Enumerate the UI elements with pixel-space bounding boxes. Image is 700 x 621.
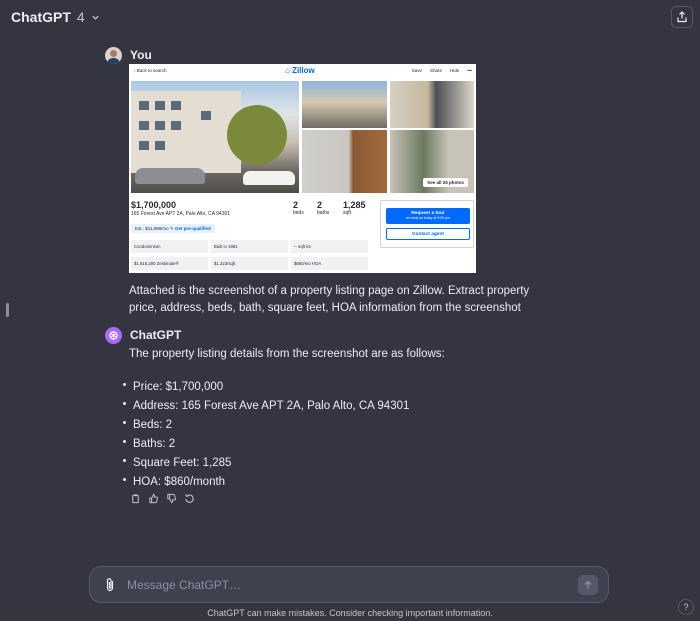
regenerate-icon — [184, 493, 194, 503]
copy-button[interactable] — [129, 492, 141, 504]
zillow-topbar: ‹ Back to search ⌂ Zillow Save Share Hid… — [129, 64, 476, 78]
zillow-fact-zestimate: $1,616,200 Zestimate® — [131, 257, 208, 270]
zillow-see-all-photos: See all 25 photos — [423, 178, 468, 187]
zillow-more: ••• — [467, 68, 472, 73]
user-message: You — [105, 46, 545, 64]
zillow-main-photo — [131, 81, 299, 193]
paperclip-icon — [106, 578, 114, 592]
help-icon: ? — [683, 602, 689, 612]
attached-screenshot[interactable]: ‹ Back to search ⌂ Zillow Save Share Hid… — [129, 64, 476, 273]
thumbs-down-icon — [166, 493, 176, 503]
attach-button[interactable] — [103, 577, 117, 593]
share-button[interactable] — [671, 6, 693, 28]
regenerate-button[interactable] — [183, 492, 195, 504]
zillow-photo-3 — [390, 81, 474, 128]
zillow-fact-type: Condominium — [131, 240, 208, 253]
zillow-actions: Save Share Hide ••• — [412, 68, 472, 73]
list-item-beds: Beds: 2 — [123, 416, 545, 435]
zillow-hide: Hide — [450, 68, 460, 73]
zillow-fact-price-sqft: $1,323/sqft — [211, 257, 288, 270]
zillow-estimate: Est.: $11,999/mo ✎ Get pre-qualified — [131, 224, 215, 233]
sidebar-toggle-handle[interactable] — [6, 303, 9, 317]
share-icon — [677, 11, 687, 23]
zillow-fact-built: Built in 1981 — [211, 240, 288, 253]
zillow-save: Save — [411, 68, 422, 73]
message-composer — [89, 566, 609, 603]
zillow-sqft: 1,285 sqft — [343, 200, 366, 216]
message-actions — [129, 492, 195, 504]
zillow-fact-lot: -- sqft lot — [291, 240, 368, 253]
thumbs-up-icon — [148, 493, 158, 503]
zillow-beds: 2 beds — [293, 200, 304, 216]
assistant-list: Price: $1,700,000 Address: 165 Forest Av… — [123, 378, 545, 492]
send-button[interactable] — [578, 575, 598, 595]
zillow-request-tour: Request a tour as early as today at 5:00… — [386, 208, 470, 224]
copy-icon — [131, 493, 139, 503]
list-item-sqft: Square Feet: 1,285 — [123, 454, 545, 473]
zillow-back-link: ‹ Back to search — [134, 68, 167, 73]
zillow-fact-hoa: $860/mo HOA — [291, 257, 368, 270]
assistant-author: ChatGPT — [130, 328, 182, 342]
zillow-share: Share — [429, 68, 442, 73]
zillow-address: 165 Forest Ave APT 2A, Palo Alto, CA 943… — [131, 211, 231, 217]
user-message-text: Attached is the screenshot of a property… — [105, 283, 545, 317]
user-avatar — [105, 46, 122, 64]
help-button[interactable]: ? — [678, 599, 694, 615]
zillow-logo: ⌂ Zillow — [285, 66, 315, 75]
user-author: You — [130, 48, 152, 62]
top-bar: ChatGPT 4 — [0, 0, 700, 36]
thumbs-up-button[interactable] — [147, 492, 159, 504]
assistant-intro: The property listing details from the sc… — [129, 348, 445, 360]
list-item-hoa: HOA: $860/month — [123, 473, 545, 492]
user-prompt: Attached is the screenshot of a property… — [129, 285, 530, 314]
zillow-photo-2 — [302, 81, 387, 128]
model-switcher[interactable]: ChatGPT 4 — [11, 9, 100, 25]
assistant-message: ChatGPT The property listing details fro… — [105, 326, 545, 492]
list-item-price: Price: $1,700,000 — [123, 378, 545, 397]
zillow-baths: 2 baths — [317, 200, 330, 216]
disclaimer: ChatGPT can make mistakes. Consider chec… — [207, 608, 493, 618]
model-version: 4 — [76, 9, 85, 25]
zillow-price: $1,700,000 — [131, 200, 177, 210]
zillow-contact-agent: Contact agent — [386, 228, 470, 240]
openai-logo-icon — [109, 330, 118, 340]
list-item-address: Address: 165 Forest Ave APT 2A, Palo Alt… — [123, 397, 545, 416]
list-item-baths: Baths: 2 — [123, 435, 545, 454]
zillow-photo-5: See all 25 photos — [390, 130, 474, 193]
arrow-up-icon — [584, 580, 592, 589]
zillow-contact-box: Request a tour as early as today at 5:00… — [380, 200, 474, 248]
model-name: ChatGPT — [11, 9, 71, 25]
chatgpt-avatar — [105, 326, 122, 344]
zillow-photo-4 — [302, 130, 387, 193]
message-input[interactable] — [127, 577, 567, 593]
chevron-down-icon — [92, 15, 99, 20]
thumbs-down-button[interactable] — [165, 492, 177, 504]
